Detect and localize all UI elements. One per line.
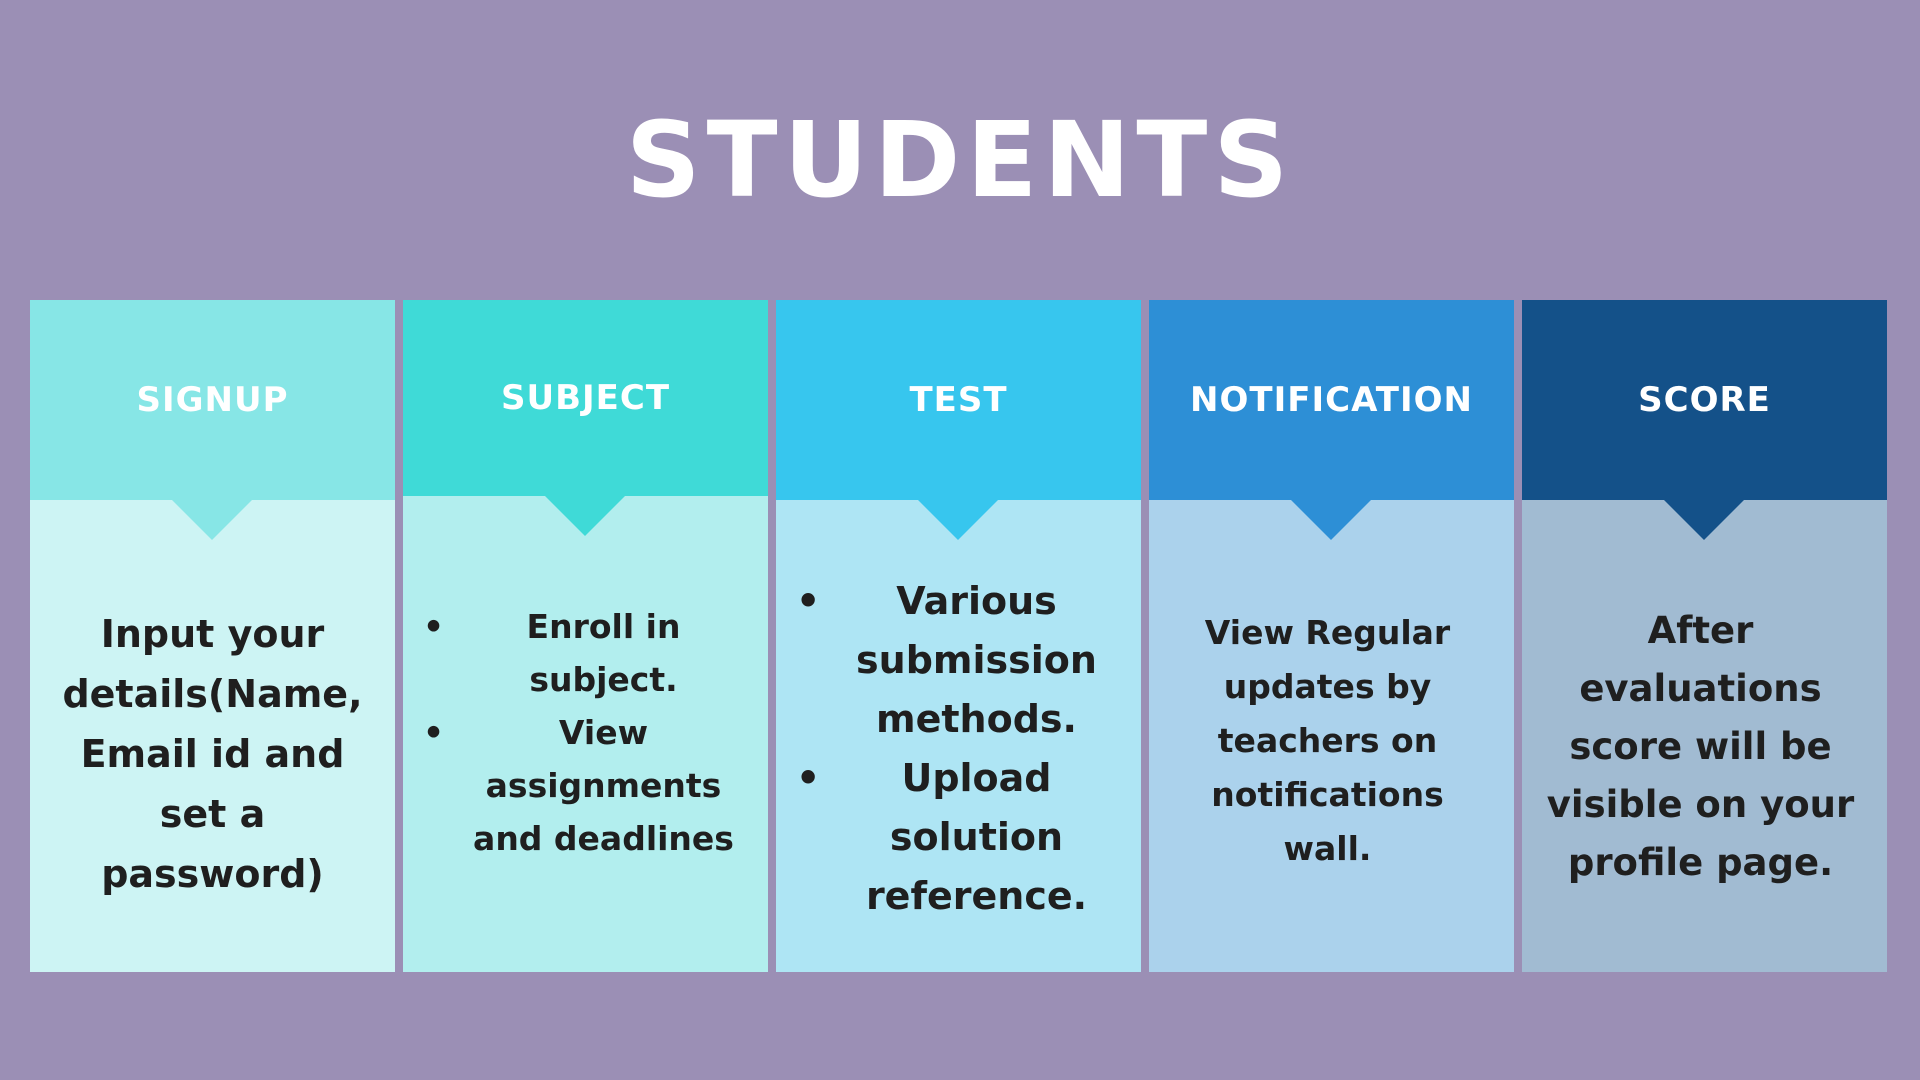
card-pointer-arrow (545, 496, 625, 536)
card-title: TEST (909, 380, 1008, 420)
card-test: TEST Various submission methods. Upload … (776, 300, 1141, 972)
card-notification: NOTIFICATION View Regular updates by tea… (1149, 300, 1514, 972)
card-bullet-list: Enroll in subject. View assignments and … (415, 600, 762, 865)
card-body-text: View Regular updates by teachers on noti… (1204, 613, 1451, 868)
card-body: Enroll in subject. View assignments and … (403, 496, 768, 972)
card-body: Input your details(Name, Email id and se… (30, 500, 395, 972)
cards-row: SIGNUP Input your details(Name, Email id… (30, 300, 1890, 972)
card-pointer-arrow (1664, 500, 1744, 540)
bullet-item: View assignments and deadlines (415, 706, 762, 865)
bullet-item: Upload solution reference. (788, 749, 1135, 926)
card-body-text: Input your details(Name, Email id and se… (62, 612, 363, 896)
card-title: NOTIFICATION (1190, 380, 1473, 420)
card-body: After evaluations score will be visible … (1522, 500, 1887, 972)
card-body: Various submission methods. Upload solut… (776, 500, 1141, 972)
card-body-text: After evaluations score will be visible … (1546, 609, 1855, 884)
card-header: TEST (776, 300, 1141, 500)
bullet-item: Various submission methods. (788, 572, 1135, 749)
card-body: View Regular updates by teachers on noti… (1149, 500, 1514, 972)
card-signup: SIGNUP Input your details(Name, Email id… (30, 300, 395, 972)
card-header: SCORE (1522, 300, 1887, 500)
card-bullet-list: Various submission methods. Upload solut… (788, 572, 1135, 926)
card-header: SIGNUP (30, 300, 395, 500)
card-score: SCORE After evaluations score will be vi… (1522, 300, 1887, 972)
card-pointer-arrow (1291, 500, 1371, 540)
card-title: SIGNUP (136, 380, 289, 420)
page-title: STUDENTS (625, 99, 1295, 221)
card-subject: SUBJECT Enroll in subject. View assignme… (403, 300, 768, 972)
bullet-item: Enroll in subject. (415, 600, 762, 706)
card-pointer-arrow (172, 500, 252, 540)
card-header: NOTIFICATION (1149, 300, 1514, 500)
card-title: SUBJECT (500, 378, 671, 418)
card-pointer-arrow (918, 500, 998, 540)
card-title: SCORE (1638, 380, 1771, 420)
card-header: SUBJECT (403, 300, 768, 496)
